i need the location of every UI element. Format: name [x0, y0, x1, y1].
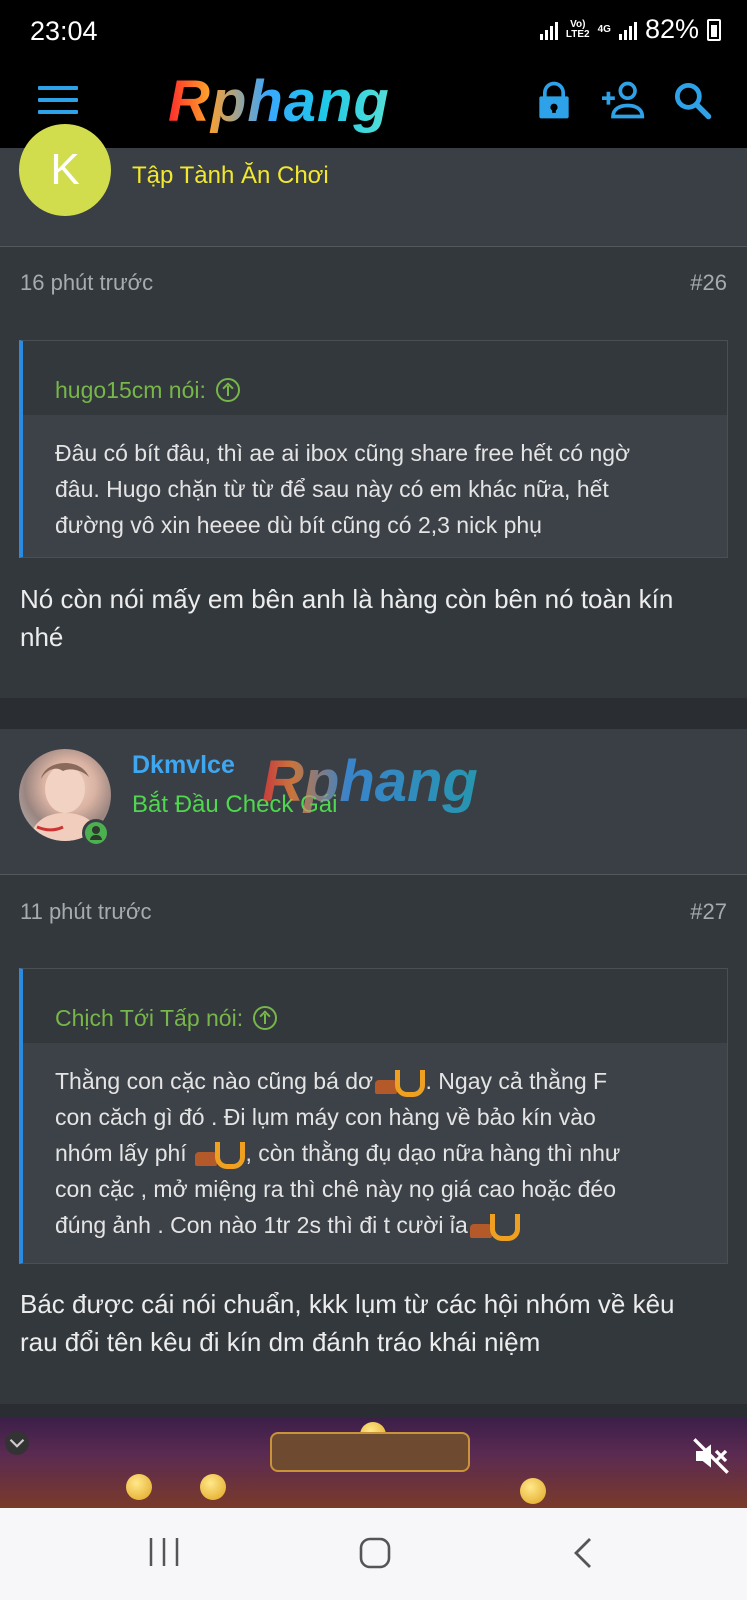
emoji-icon: [468, 1212, 520, 1242]
status-icons: Vo) LTE2 4G 82%: [539, 14, 721, 45]
quote-block: hugo15cm nói: Đâu có bít đâu, thì ae ai …: [19, 340, 728, 558]
home-icon[interactable]: [358, 1536, 392, 1570]
watermark-logo: Rphang: [262, 749, 478, 814]
back-icon[interactable]: [572, 1536, 594, 1570]
quote-header[interactable]: Chịch Tới Tấp nói:: [23, 969, 727, 1043]
emoji-icon: [373, 1068, 426, 1098]
go-to-quote-icon[interactable]: [253, 1006, 278, 1030]
avatar[interactable]: K: [19, 124, 111, 216]
post-time[interactable]: 16 phút trước: [20, 270, 153, 296]
battery-percent: 82%: [644, 14, 699, 44]
user-rank: Tập Tành Ăn Chơi: [132, 162, 329, 189]
ad-slot-machine-graphic: [270, 1432, 470, 1472]
post-body: Nó còn nói mấy em bên anh là hàng còn bê…: [20, 584, 674, 652]
quote-line: Đâu có bít đâu, thì ae ai ibox cũng shar…: [55, 440, 631, 466]
lock-icon[interactable]: [532, 78, 576, 122]
site-logo[interactable]: Rphang: [168, 68, 390, 135]
chevron-down-icon[interactable]: [4, 1430, 30, 1456]
quote-body: Thằng con cặc nào cũng bá dơ . Ngay cả t…: [23, 1043, 727, 1263]
post-card: K Tập Tành Ăn Chơi 16 phút trước #26 hug…: [0, 124, 747, 698]
signal-icon: [539, 20, 558, 40]
quote-line: con cặc , mở miệng ra thì chê này nọ giá…: [55, 1176, 617, 1202]
recent-apps-icon[interactable]: [148, 1536, 182, 1568]
mute-icon[interactable]: [691, 1436, 731, 1476]
quote-header[interactable]: hugo15cm nói:: [23, 341, 727, 415]
site-header: Rphang: [0, 62, 747, 148]
quote-author[interactable]: hugo15cm nói:: [55, 377, 206, 404]
quote-line: đâu. Hugo chặn từ từ để sau này có em kh…: [55, 476, 609, 502]
quote-line: Thằng con cặc nào cũng bá dơ . Ngay cả t…: [55, 1063, 699, 1099]
post-author-bar: K Tập Tành Ăn Chơi: [0, 124, 747, 247]
post-time[interactable]: 11 phút trước: [20, 899, 151, 925]
quote-line: đúng ảnh . Con nào 1tr 2s thì đi t cười …: [55, 1207, 699, 1243]
search-icon[interactable]: [670, 78, 714, 122]
network-type-indicator: 4G: [597, 23, 611, 35]
coin-graphic: [520, 1478, 546, 1504]
quote-line: đường vô xin heeee dù bít cũng có 2,3 ni…: [55, 512, 542, 538]
system-nav-bar: [0, 1508, 747, 1600]
status-bar: 23:04 Vo) LTE2 4G 82%: [0, 0, 747, 62]
battery-icon: [707, 18, 721, 41]
quote-line: con căch gì đó . Đi lụm máy con hàng về …: [55, 1104, 596, 1130]
post-number[interactable]: #26: [690, 270, 727, 296]
post-number[interactable]: #27: [690, 899, 727, 925]
quote-author[interactable]: Chịch Tới Tấp nói:: [55, 1005, 243, 1032]
clock: 23:04: [30, 16, 98, 46]
post-card: Dkmvlce Bắt Đầu Check Gái 11 phút trước …: [0, 729, 747, 1404]
go-to-quote-icon[interactable]: [215, 378, 240, 402]
post-body: Bác được cái nói chuẩn, kkk lụm từ các h…: [20, 1289, 675, 1357]
coin-graphic: [126, 1474, 152, 1500]
quote-block: Chịch Tới Tấp nói: Thằng con cặc nào cũn…: [19, 968, 728, 1264]
coin-graphic: [200, 1474, 226, 1500]
menu-icon[interactable]: [38, 86, 78, 118]
online-status-icon: [82, 819, 110, 847]
volte-indicator: Vo) LTE2: [565, 18, 590, 40]
emoji-icon: [193, 1140, 246, 1170]
quote-body: Đâu có bít đâu, thì ae ai ibox cũng shar…: [23, 415, 727, 557]
signal-2-icon: [618, 20, 637, 40]
video-ad-banner[interactable]: [0, 1418, 747, 1508]
quote-line: nhóm lấy phí , còn thằng đụ dạo nữa hàng…: [55, 1135, 699, 1171]
add-user-icon[interactable]: [600, 78, 648, 122]
username[interactable]: Dkmvlce: [132, 751, 235, 780]
